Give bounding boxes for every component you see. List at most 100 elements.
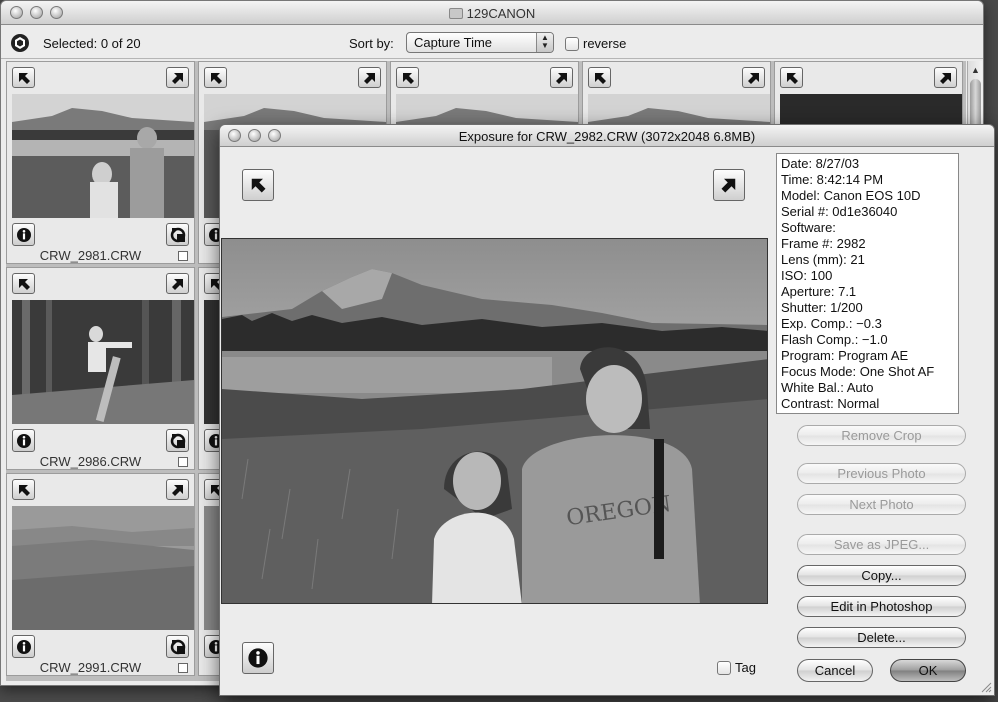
info-icon: [16, 639, 31, 654]
exposure-dialog: Exposure for CRW_2982.CRW (3072x2048 6.8…: [219, 124, 995, 696]
rotate-left-button[interactable]: [12, 67, 35, 88]
window-title: 129CANON: [1, 6, 983, 21]
photo-preview[interactable]: OREGON: [221, 238, 768, 604]
rotate-button[interactable]: [166, 223, 189, 246]
thumbnail-image[interactable]: [12, 506, 194, 630]
delete-button[interactable]: Delete...: [797, 627, 966, 648]
rotate-left-button[interactable]: [588, 67, 611, 88]
rotate-right-button[interactable]: [713, 169, 745, 201]
reverse-checkbox[interactable]: [565, 37, 579, 51]
arrow-up-left-icon: [18, 484, 30, 496]
thumbnail-filename: CRW_2991.CRW: [39, 660, 142, 675]
exif-software: Software:: [781, 220, 836, 235]
exif-iso: ISO: 100: [781, 268, 833, 283]
sort-by-select[interactable]: Capture Time ▲ ▼: [406, 32, 554, 53]
info-button[interactable]: [242, 642, 274, 674]
rotate-left-button[interactable]: [204, 67, 227, 88]
arrow-down-right-icon: [939, 72, 951, 84]
arrow-up-left-icon: [786, 72, 798, 84]
rotate-right-button[interactable]: [742, 67, 765, 88]
rotate-right-button[interactable]: [358, 67, 381, 88]
rotate-right-button[interactable]: [166, 273, 189, 294]
aperture-icon[interactable]: [10, 33, 30, 53]
exif-serial: Serial #: 0d1e36040: [781, 204, 898, 219]
dialog-title: Exposure for CRW_2982.CRW (3072x2048 6.8…: [458, 129, 756, 144]
info-button[interactable]: [12, 223, 35, 246]
updown-arrows-icon: ▲ ▼: [536, 33, 553, 52]
exif-contrast: Contrast: Normal: [781, 396, 880, 411]
rotate-icon: [170, 226, 186, 243]
arrow-down-right-icon: [721, 178, 736, 193]
screen: 129CANON Selected: 0 of 20 Sort by: Capt…: [0, 0, 998, 702]
arrow-down-right-icon: [747, 72, 759, 84]
exif-model: Model: Canon EOS 10D: [781, 188, 921, 203]
arrow-down-right-icon: [555, 72, 567, 84]
tag-label: Tag: [735, 660, 756, 675]
selection-count: Selected: 0 of 20: [43, 36, 141, 51]
previous-photo-button[interactable]: Previous Photo: [797, 463, 966, 484]
rotate-icon: [170, 638, 186, 655]
browser-toolbar: Selected: 0 of 20 Sort by: Capture Time …: [1, 25, 983, 59]
info-icon: [16, 227, 31, 242]
arrow-up-left-icon: [251, 178, 266, 193]
rotate-right-button[interactable]: [550, 67, 573, 88]
arrow-down-right-icon: [171, 484, 183, 496]
thumbnail-tile[interactable]: CRW_2981.CRW: [6, 61, 195, 264]
rotate-button[interactable]: [166, 429, 189, 452]
cancel-button[interactable]: Cancel: [797, 659, 873, 682]
select-checkbox[interactable]: [178, 663, 188, 673]
arrow-up-left-icon: [210, 72, 222, 84]
arrow-up-left-icon: [18, 72, 30, 84]
ok-button[interactable]: OK: [890, 659, 966, 682]
exif-white-balance: White Bal.: Auto: [781, 380, 874, 395]
rotate-left-button[interactable]: [12, 479, 35, 500]
arrow-down-right-icon: [363, 72, 375, 84]
rotate-right-button[interactable]: [934, 67, 957, 88]
rotate-right-button[interactable]: [166, 479, 189, 500]
select-checkbox[interactable]: [178, 457, 188, 467]
rotate-left-button[interactable]: [396, 67, 419, 88]
rotate-left-button[interactable]: [242, 169, 274, 201]
tag-checkbox[interactable]: [717, 661, 731, 675]
next-photo-button[interactable]: Next Photo: [797, 494, 966, 515]
thumbnail-image[interactable]: [12, 94, 194, 218]
exif-focus-mode: Focus Mode: One Shot AF: [781, 364, 935, 379]
exif-frame: Frame #: 2982: [781, 236, 866, 251]
rotate-left-button[interactable]: [12, 273, 35, 294]
exif-date: Date: 8/27/03: [781, 156, 860, 171]
thumbnail-tile[interactable]: CRW_2991.CRW: [6, 473, 195, 676]
exif-exp-comp: Exp. Comp.: −0.3: [781, 316, 882, 331]
exif-aperture: Aperture: 7.1: [781, 284, 857, 299]
thumbnail-image[interactable]: [12, 300, 194, 424]
edit-in-photoshop-button[interactable]: Edit in Photoshop: [797, 596, 966, 617]
info-button[interactable]: [12, 635, 35, 658]
arrow-down-right-icon: [171, 278, 183, 290]
resize-grip-icon[interactable]: [981, 682, 992, 693]
browser-titlebar[interactable]: 129CANON: [1, 1, 983, 25]
rotate-right-button[interactable]: [166, 67, 189, 88]
save-as-jpeg-button[interactable]: Save as JPEG...: [797, 534, 966, 555]
rotate-button[interactable]: [166, 635, 189, 658]
sort-by-label: Sort by:: [349, 36, 394, 51]
arrow-up-left-icon: [18, 278, 30, 290]
exif-shutter: Shutter: 1/200: [781, 300, 863, 315]
thumbnail-filename: CRW_2981.CRW: [39, 248, 142, 263]
photo-hazy-valley: [12, 506, 194, 630]
info-icon: [16, 433, 31, 448]
rotate-icon: [170, 432, 186, 449]
copy-button[interactable]: Copy...: [797, 565, 966, 586]
folder-icon: [448, 8, 463, 19]
window-title-text: 129CANON: [466, 6, 536, 21]
photo-girl-in-forest: [12, 300, 194, 424]
scroll-up-icon[interactable]: ▲: [971, 65, 980, 75]
select-checkbox[interactable]: [178, 251, 188, 261]
photo-two-girls-lake: OREGON: [222, 239, 767, 603]
info-button[interactable]: [12, 429, 35, 452]
remove-crop-button[interactable]: Remove Crop: [797, 425, 966, 446]
rotate-left-button[interactable]: [780, 67, 803, 88]
dialog-titlebar[interactable]: Exposure for CRW_2982.CRW (3072x2048 6.8…: [220, 125, 994, 147]
thumbnail-tile[interactable]: CRW_2986.CRW: [6, 267, 195, 470]
exif-lens: Lens (mm): 21: [781, 252, 865, 267]
arrow-up-left-icon: [402, 72, 414, 84]
exif-info-panel: Date: 8/27/03 Time: 8:42:14 PM Model: Ca…: [776, 153, 959, 414]
